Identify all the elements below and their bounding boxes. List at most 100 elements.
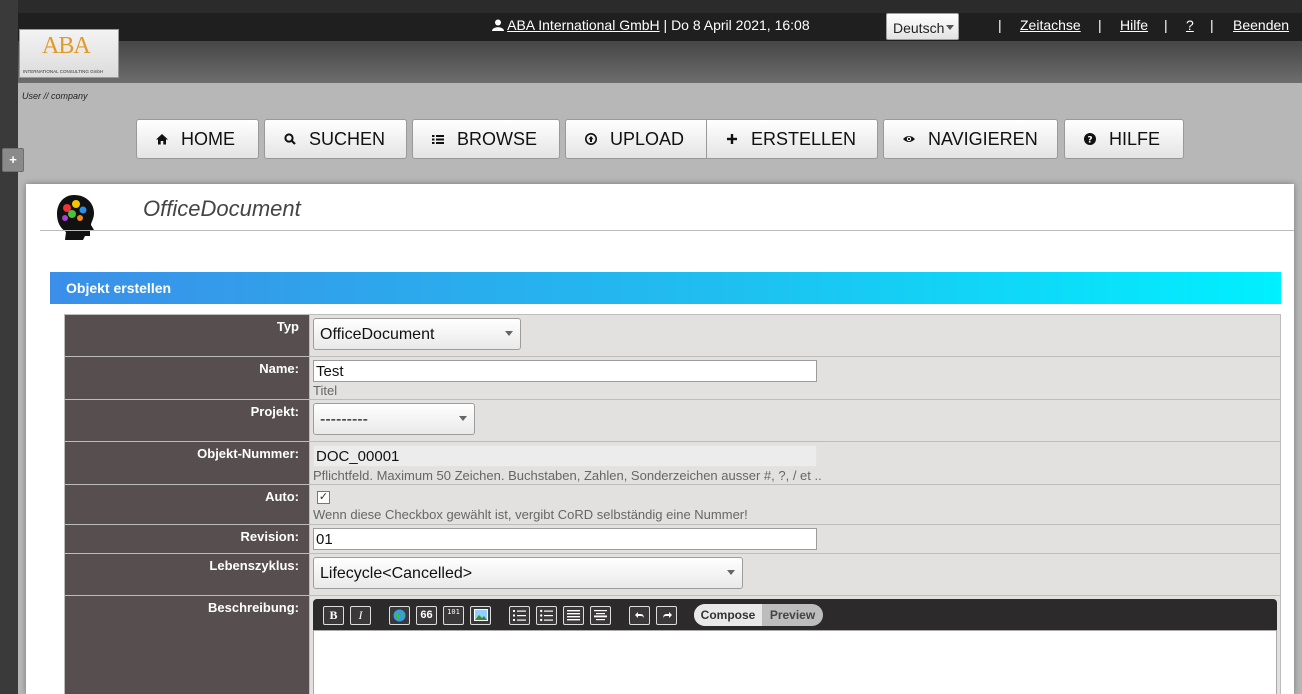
help-link[interactable]: Hilfe: [1120, 17, 1148, 33]
form-row-project: Projekt: ---------: [64, 399, 1281, 442]
horizontal-rule-icon: [594, 610, 607, 621]
nav-help-button[interactable]: ? HILFE: [1064, 119, 1184, 159]
form-row-name: Name: Test Titel: [64, 356, 1281, 400]
lifecycle-select[interactable]: Lifecycle<Cancelled>: [313, 557, 743, 589]
project-value: ---------: [320, 411, 368, 428]
expand-sidebar-button[interactable]: +: [2, 148, 24, 172]
logo-text: ABA: [42, 33, 91, 59]
revision-cell: 01: [309, 524, 1281, 554]
create-object-form: Typ OfficeDocument Name: Test Titel Proj…: [64, 314, 1281, 694]
chevron-down-icon: [946, 25, 954, 30]
image-icon: [473, 609, 488, 621]
separator: |: [1098, 17, 1102, 33]
auto-checkbox[interactable]: ✓: [317, 491, 330, 504]
form-row-description: Beschreibung: B I 66 101 Compose Preview: [64, 595, 1281, 694]
company-link[interactable]: ABA International GmbH: [507, 17, 660, 33]
chevron-down-icon: [727, 570, 735, 575]
form-row-number: Objekt-Nummer: DOC_00001 Pflichtfeld. Ma…: [64, 441, 1281, 485]
name-help-text: Titel: [313, 383, 338, 398]
question-link[interactable]: ?: [1186, 17, 1194, 33]
numbered-list-button[interactable]: [509, 606, 530, 625]
brain-head-icon: [57, 195, 94, 240]
nav-search-label: SUCHEN: [309, 128, 386, 149]
link-button[interactable]: [389, 606, 410, 625]
horizontal-rule-button[interactable]: [590, 606, 611, 625]
compose-preview-toggle: Compose Preview: [694, 604, 823, 626]
description-textarea[interactable]: [313, 630, 1277, 694]
type-cell: OfficeDocument: [309, 314, 1281, 357]
bold-button[interactable]: B: [323, 606, 344, 625]
logo-subtitle: INTERNATIONAL CONSULTING GmbH: [23, 69, 104, 74]
description-label: Beschreibung:: [64, 595, 310, 694]
type-value: OfficeDocument: [320, 326, 435, 343]
page-title: OfficeDocument: [143, 196, 301, 221]
revision-input[interactable]: 01: [313, 528, 817, 550]
lifecycle-value: Lifecycle<Cancelled>: [320, 565, 473, 582]
timeline-link[interactable]: Zeitachse: [1020, 17, 1081, 33]
project-label: Projekt:: [64, 399, 310, 442]
search-icon: [284, 133, 296, 145]
chevron-down-icon: [505, 331, 513, 336]
redo-icon: [662, 612, 672, 619]
auto-label: Auto:: [64, 484, 310, 525]
number-help-text: Pflichtfeld. Maximum 50 Zeichen. Buchsta…: [313, 468, 822, 483]
name-label: Name:: [64, 356, 310, 400]
nav-create-button[interactable]: ERSTELLEN: [706, 119, 878, 159]
datetime-text: | Do 8 April 2021, 16:08: [663, 17, 810, 33]
type-select[interactable]: OfficeDocument: [313, 318, 521, 350]
nav-browse-button[interactable]: BROWSE: [412, 119, 560, 159]
svg-text:?: ?: [1087, 136, 1092, 146]
breadcrumb: User // company: [22, 91, 88, 101]
nav-browse-label: BROWSE: [457, 128, 538, 149]
nav-upload-label: UPLOAD: [610, 128, 685, 149]
title-divider: [40, 230, 1294, 231]
logout-link[interactable]: Beenden: [1233, 17, 1289, 33]
description-cell: B I 66 101 Compose Preview: [309, 595, 1281, 694]
object-number-input[interactable]: DOC_00001: [313, 445, 817, 467]
aba-logo[interactable]: ABA INTERNATIONAL CONSULTING GmbH: [19, 29, 119, 78]
content-panel: OfficeDocument Objekt erstellen Typ Offi…: [26, 184, 1294, 694]
header-top-strip: [18, 0, 1302, 13]
nav-home-button[interactable]: HOME: [136, 119, 259, 159]
list-icon: [432, 135, 444, 144]
code-button[interactable]: 101: [443, 606, 464, 625]
heading-button[interactable]: [563, 606, 584, 625]
image-button[interactable]: [470, 606, 491, 625]
auto-help-text: Wenn diese Checkbox gewählt ist, vergibt…: [313, 507, 748, 522]
form-row-auto: Auto: ✓ Wenn diese Checkbox gewählt ist,…: [64, 484, 1281, 525]
lifecycle-cell: Lifecycle<Cancelled>: [309, 553, 1281, 596]
globe-link-icon: [393, 609, 406, 622]
bullet-list-button[interactable]: [536, 606, 557, 625]
compose-tab[interactable]: Compose: [694, 604, 762, 626]
italic-button[interactable]: I: [350, 606, 371, 625]
numbered-list-icon: [513, 610, 526, 621]
form-row-revision: Revision: 01: [64, 524, 1281, 554]
nav-help-label: HILFE: [1109, 128, 1161, 149]
nav-navigate-button[interactable]: NAVIGIEREN: [883, 119, 1058, 159]
revision-label: Revision:: [64, 524, 310, 554]
user-icon: [492, 19, 504, 31]
nav-upload-button[interactable]: UPLOAD: [565, 119, 707, 159]
separator: |: [1164, 17, 1168, 33]
bullet-list-icon: [540, 609, 553, 622]
form-row-lifecycle: Lebenszyklus: Lifecycle<Cancelled>: [64, 553, 1281, 596]
language-value: Deutsch: [893, 20, 945, 36]
nav-create-label: ERSTELLEN: [751, 128, 857, 149]
left-strip: [0, 0, 18, 694]
name-input[interactable]: Test: [313, 360, 817, 382]
name-cell: Test Titel: [309, 356, 1281, 400]
preview-tab[interactable]: Preview: [762, 604, 823, 626]
project-select[interactable]: ---------: [313, 403, 475, 435]
language-select[interactable]: Deutsch: [886, 13, 959, 40]
separator: |: [998, 17, 1002, 33]
redo-button[interactable]: [656, 606, 677, 625]
type-label: Typ: [64, 314, 310, 357]
project-cell: ---------: [309, 399, 1281, 442]
upload-icon: [585, 133, 597, 145]
section-header: Objekt erstellen: [50, 272, 1281, 304]
home-icon: [156, 134, 168, 145]
nav-home-label: HOME: [181, 128, 235, 149]
nav-search-button[interactable]: SUCHEN: [264, 119, 407, 159]
quote-button[interactable]: 66: [416, 606, 437, 625]
undo-button[interactable]: [629, 606, 650, 625]
